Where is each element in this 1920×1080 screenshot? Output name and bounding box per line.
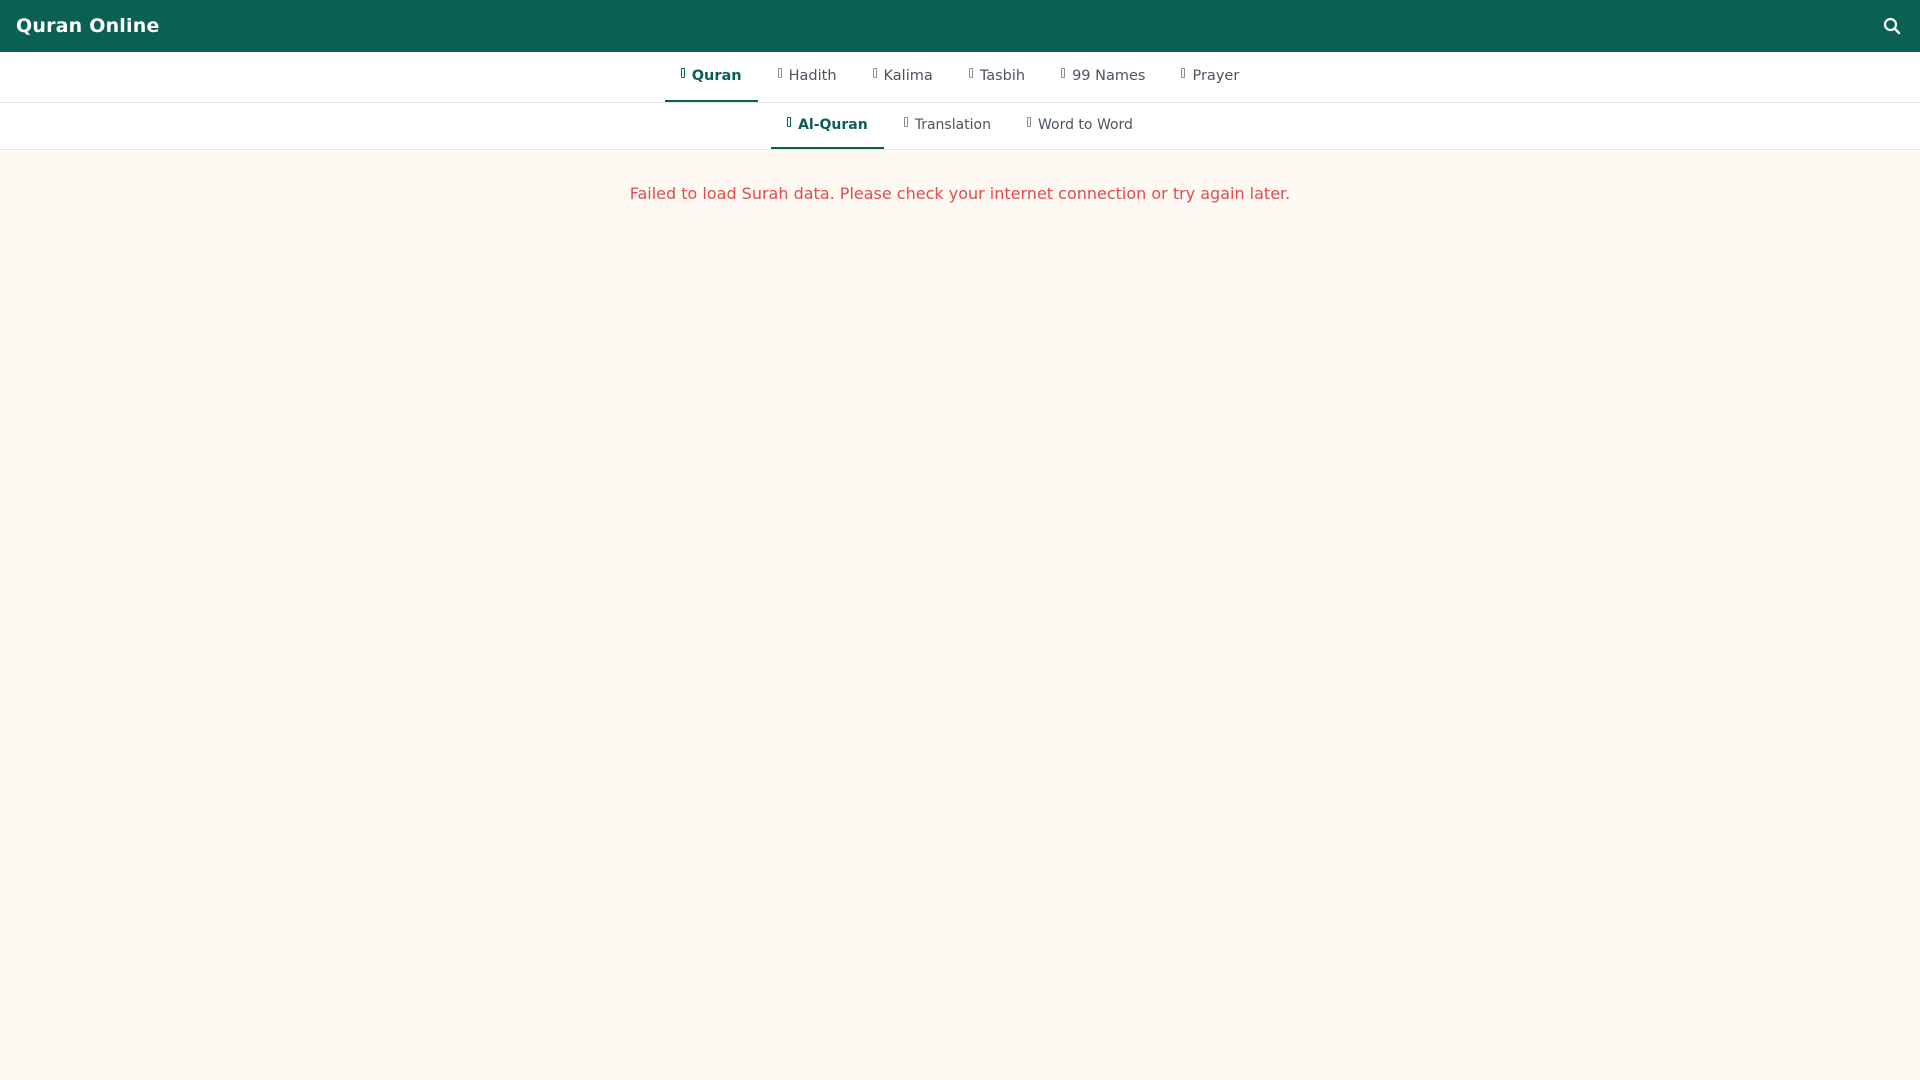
tab-hadith[interactable]: Hadith	[762, 52, 853, 102]
app-title: Quran Online	[16, 15, 160, 37]
subtab-word-to-word[interactable]: Word to Word	[1011, 103, 1149, 149]
tab-label: Quran	[691, 68, 742, 84]
tab-tasbih[interactable]: Tasbih	[953, 52, 1041, 102]
book-icon	[787, 116, 792, 127]
tab-label: Tasbih	[979, 68, 1026, 84]
quran-icon	[680, 67, 685, 78]
sub-nav: Al-Quran Translation Word to Word	[0, 103, 1920, 150]
translation-icon	[903, 116, 908, 127]
tab-prayer[interactable]: Prayer	[1165, 52, 1255, 102]
tasbih-icon	[968, 67, 973, 78]
hadith-icon	[777, 67, 782, 78]
tab-label: Hadith	[788, 68, 837, 84]
subtab-label: Al-Quran	[798, 117, 868, 133]
tab-kalima[interactable]: Kalima	[857, 52, 949, 102]
word-icon	[1027, 116, 1031, 127]
tab-label: Kalima	[883, 68, 933, 84]
names-icon	[1061, 67, 1066, 78]
content-area: Failed to load Surah data. Please check …	[0, 150, 1920, 203]
search-icon	[1883, 17, 1901, 35]
subtab-al-quran[interactable]: Al-Quran	[771, 103, 884, 149]
kalima-icon	[872, 67, 877, 78]
tab-quran[interactable]: Quran	[664, 52, 758, 102]
top-bar: Quran Online	[0, 0, 1920, 52]
subtab-translation[interactable]: Translation	[888, 103, 1007, 149]
prayer-icon	[1181, 67, 1186, 78]
tab-label: Prayer	[1192, 68, 1240, 84]
tab-label: 99 Names	[1072, 68, 1146, 84]
tab-99-names[interactable]: 99 Names	[1045, 52, 1161, 102]
error-message: Failed to load Surah data. Please check …	[629, 184, 1291, 203]
subtab-label: Word to Word	[1038, 117, 1133, 133]
main-nav: Quran Hadith Kalima Tasbih 99 Names Pray…	[0, 52, 1920, 103]
search-button[interactable]	[1880, 14, 1904, 38]
subtab-label: Translation	[914, 117, 991, 133]
